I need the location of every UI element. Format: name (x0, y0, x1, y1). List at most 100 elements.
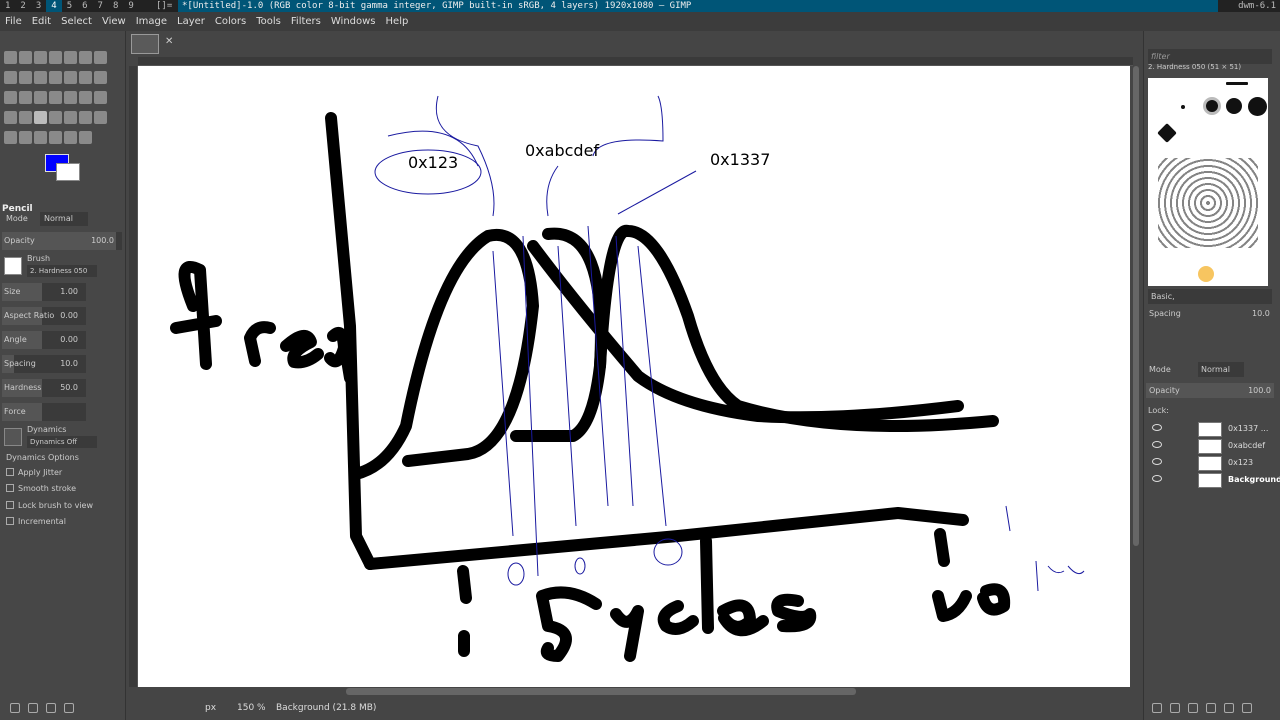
horizontal-scrollbar[interactable] (346, 688, 856, 695)
brush-hardness-050[interactable] (1206, 100, 1218, 112)
apply-jitter-checkbox[interactable]: Apply Jitter (6, 468, 62, 477)
duplicate-layer-icon[interactable] (1224, 703, 1234, 713)
opacity-slider[interactable]: Opacity 100.0 (2, 232, 122, 250)
heal-icon[interactable] (19, 131, 32, 144)
unit-select[interactable]: px (205, 703, 229, 713)
airbrush-icon[interactable] (79, 111, 92, 124)
foreground-select-icon[interactable] (79, 51, 92, 64)
layer-row[interactable]: 0x1337 ... (1148, 421, 1276, 438)
eye-icon[interactable] (1152, 424, 1162, 431)
menu-edit[interactable]: Edit (27, 12, 56, 31)
brush-sparkle[interactable] (1198, 266, 1214, 282)
scissors-icon[interactable] (64, 51, 77, 64)
menu-file[interactable]: File (0, 12, 27, 31)
rect-select-icon[interactable] (4, 51, 17, 64)
dwm-layout-symbol[interactable]: []= (156, 0, 172, 12)
brush-filter-input[interactable]: filter (1148, 49, 1272, 64)
hardness-slider[interactable]: Hardness 50.0 (2, 379, 86, 397)
rotate-icon[interactable] (79, 71, 92, 84)
free-select-icon[interactable] (34, 51, 47, 64)
lock-brush-checkbox[interactable]: Lock brush to view (6, 501, 93, 510)
menu-image[interactable]: Image (131, 12, 172, 31)
brush-preset-select[interactable]: Basic, (1148, 289, 1272, 304)
zoom-select[interactable]: 150 % (237, 703, 269, 713)
eraser-icon[interactable] (64, 111, 77, 124)
dwm-tag[interactable]: 3 (31, 0, 46, 12)
clone-icon[interactable] (4, 131, 17, 144)
restore-options-icon[interactable] (28, 703, 38, 713)
new-layer-icon[interactable] (1152, 703, 1162, 713)
eye-icon[interactable] (1152, 458, 1162, 465)
crop-icon[interactable] (94, 51, 107, 64)
raise-layer-icon[interactable] (1188, 703, 1198, 713)
brushes-grid[interactable] (1148, 78, 1268, 286)
size-slider[interactable]: Size 1.00 (2, 283, 86, 301)
aspect-ratio-slider[interactable]: Aspect Ratio 0.00 (2, 307, 86, 325)
spacing-value-right[interactable]: 10.0 (1252, 309, 1270, 318)
brush-hardness-075[interactable] (1226, 98, 1242, 114)
image-canvas[interactable]: 0x123 0xabcdef 0x1337 (138, 66, 1130, 687)
spacing-slider[interactable]: Spacing 10.0 (2, 355, 86, 373)
ink-icon[interactable] (94, 111, 107, 124)
save-options-icon[interactable] (10, 703, 20, 713)
reset-options-icon[interactable] (64, 703, 74, 713)
fuzzy-select-icon[interactable] (49, 51, 62, 64)
gradient-icon[interactable] (19, 111, 32, 124)
brush-hardness-100[interactable] (1248, 97, 1267, 116)
horizontal-ruler[interactable] (138, 57, 1133, 66)
text-icon[interactable] (94, 91, 107, 104)
mode-select[interactable]: Normal (40, 212, 88, 226)
menu-colors[interactable]: Colors (210, 12, 251, 31)
layer-row[interactable]: 0xabcdef (1148, 438, 1276, 455)
cage-icon[interactable] (49, 91, 62, 104)
close-icon[interactable]: ✕ (165, 36, 177, 48)
dynamics-preview[interactable] (4, 428, 22, 446)
image-tab-thumbnail[interactable] (131, 34, 159, 54)
align-icon[interactable] (64, 71, 77, 84)
eye-icon[interactable] (1152, 475, 1162, 482)
angle-slider[interactable]: Angle 0.00 (2, 331, 86, 349)
blur-icon[interactable] (64, 131, 77, 144)
brush-star[interactable] (1157, 123, 1177, 143)
pencil-icon[interactable] (34, 111, 47, 124)
zoom-icon[interactable] (19, 71, 32, 84)
background-color-swatch[interactable] (56, 163, 80, 181)
layer-row-selected[interactable]: Background (1148, 472, 1280, 489)
ellipse-select-icon[interactable] (19, 51, 32, 64)
dwm-tag[interactable]: 8 (108, 0, 123, 12)
dwm-tag[interactable]: 1 (0, 0, 15, 12)
vertical-scrollbar[interactable] (1133, 66, 1139, 546)
unified-transform-icon[interactable] (4, 71, 17, 84)
perspective-icon[interactable] (19, 91, 32, 104)
menu-select[interactable]: Select (56, 12, 97, 31)
layer-row[interactable]: 0x123 (1148, 455, 1276, 472)
dynamics-name[interactable]: Dynamics Off (27, 436, 97, 448)
dwm-tag-selected[interactable]: 4 (46, 0, 62, 12)
paintbrush-icon[interactable] (49, 111, 62, 124)
smudge-icon[interactable] (34, 131, 47, 144)
menu-layer[interactable]: Layer (172, 12, 210, 31)
delete-options-icon[interactable] (46, 703, 56, 713)
vertical-ruler[interactable] (129, 66, 138, 687)
bucket-fill-icon[interactable] (4, 111, 17, 124)
brush-preview[interactable] (4, 257, 22, 275)
move-icon[interactable] (49, 71, 62, 84)
dwm-tag[interactable]: 7 (93, 0, 108, 12)
brush-name[interactable]: 2. Hardness 050 (27, 265, 97, 277)
dynamics-options-expander[interactable]: Dynamics Options (6, 453, 79, 462)
menu-tools[interactable]: Tools (251, 12, 286, 31)
flip-icon[interactable] (34, 91, 47, 104)
menu-view[interactable]: View (97, 12, 131, 31)
dwm-tag[interactable]: 6 (77, 0, 92, 12)
delete-layer-icon[interactable] (1242, 703, 1252, 713)
dwm-tag[interactable]: 2 (15, 0, 30, 12)
warp-icon[interactable] (64, 91, 77, 104)
scale-icon[interactable] (94, 71, 107, 84)
layer-opacity-slider[interactable]: Opacity 100.0 (1146, 383, 1274, 398)
eye-icon[interactable] (1152, 441, 1162, 448)
shear-icon[interactable] (4, 91, 17, 104)
color-picker-icon[interactable] (79, 131, 92, 144)
brush-line[interactable] (1226, 82, 1248, 85)
dodge-burn-icon[interactable] (49, 131, 62, 144)
measure-icon[interactable] (34, 71, 47, 84)
